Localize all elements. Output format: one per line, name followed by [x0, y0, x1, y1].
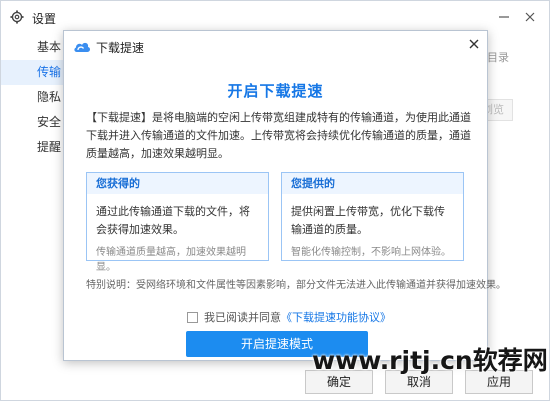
minimize-icon — [499, 16, 509, 18]
settings-sidebar: 基本 传输 隐私 安全 提醒 — [1, 35, 65, 160]
card-title: 您提供的 — [282, 173, 463, 194]
card-subtext: 智能化传输控制，不影响上网体验。 — [291, 247, 451, 258]
sidebar-item-privacy[interactable]: 隐私 — [1, 85, 65, 110]
sidebar-item-security[interactable]: 安全 — [1, 110, 65, 135]
dialog-title: 下载提速 — [96, 41, 145, 55]
benefit-card-provide: 您提供的 提供闲置上传带宽，优化下载传输通道的质量。 智能化传输控制，不影响上网… — [281, 172, 464, 261]
sidebar-item-basic[interactable]: 基本 — [1, 35, 65, 60]
settings-titlebar: 设置 — [1, 1, 549, 33]
settings-title: 设置 — [32, 12, 57, 26]
card-title: 您获得的 — [87, 173, 268, 194]
gear-icon — [10, 10, 24, 24]
sidebar-item-reminder[interactable]: 提醒 — [1, 135, 65, 160]
watermark: www.rjtj.cn软荐网 — [312, 346, 548, 375]
window-close-button[interactable] — [517, 1, 543, 33]
agreement-checkbox[interactable] — [187, 311, 198, 323]
agreement-label: 我已阅读并同意 — [204, 311, 281, 324]
card-subtext: 传输通道质量越高，加速效果越明显。 — [96, 247, 246, 273]
agreement-row: 我已阅读并同意 《下载提速功能协议》 — [187, 309, 391, 325]
agreement-link[interactable]: 《下载提速功能协议》 — [281, 309, 391, 325]
card-text: 提供闲置上传带宽，优化下载传输通道的质量。 — [291, 205, 445, 236]
close-icon — [469, 39, 479, 49]
dialog-close-button[interactable] — [465, 33, 483, 55]
sidebar-item-transfer[interactable]: 传输 — [1, 60, 65, 85]
benefit-card-gain: 您获得的 通过此传输通道下载的文件，将会获得加速效果。 传输通道质量越高，加速效… — [86, 172, 269, 273]
close-icon — [525, 12, 535, 22]
background-hint-text: 目录 — [487, 51, 509, 64]
card-text: 通过此传输通道下载的文件，将会获得加速效果。 — [96, 205, 250, 236]
minimize-button[interactable] — [491, 1, 517, 33]
dialog-header: 下载提速 — [64, 31, 487, 61]
download-boost-dialog: 下载提速 开启下载提速 【下载提速】是将电脑端的空闲上传带宽组建成特有的传输通道… — [63, 30, 506, 361]
dialog-description: 【下载提速】是将电脑端的空闲上传带宽组建成特有的传输通道，为使用此通道下载并进入… — [86, 111, 471, 160]
dialog-heading: 开启下载提速 — [227, 82, 324, 100]
cloud-logo-icon — [74, 42, 91, 52]
special-note: 特别说明：受网络环境和文件属性等因素影响，部分文件无法进入此传输通道并获得加速效… — [86, 280, 506, 291]
